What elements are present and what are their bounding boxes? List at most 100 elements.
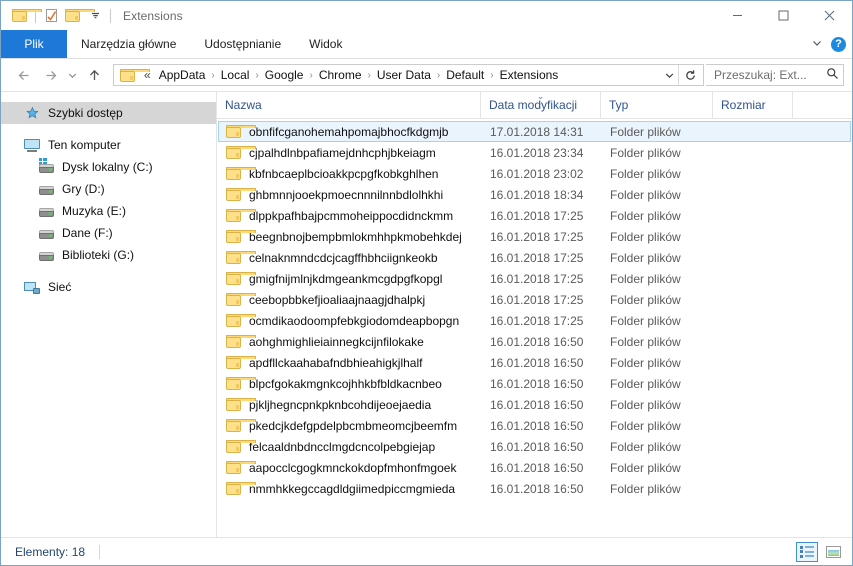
file-name-cell[interactable]: felcaaldnbdncclmgdcncolpebgiejap <box>219 440 482 454</box>
breadcrumb[interactable]: « AppData › Local › Google › Chrome › Us… <box>113 64 704 86</box>
sidebar-item-label: Muzyka (E:) <box>62 204 127 218</box>
file-name-cell[interactable]: pjkljhegncpnkpknbcohdijeoejaedia <box>219 398 482 412</box>
sidebar-item-szybki-dostep[interactable]: Szybki dostęp <box>1 102 216 124</box>
file-name-cell[interactable]: blpcfgokakmgnkcojhhkbfbldkacnbeo <box>219 377 482 391</box>
file-list-pane: Nazwa ⌄ Data modyfikacji Typ Rozmiar obn… <box>217 92 852 537</box>
file-name-cell[interactable]: aapocclcgogkmnckokdopfmhonfmgoek <box>219 461 482 475</box>
sidebar-item-label: Gry (D:) <box>62 182 105 196</box>
sidebar-item-gry-d[interactable]: Gry (D:) <box>1 178 216 200</box>
file-name-cell[interactable]: ghbmnnjooekpmoecnnnilnnbdlolhkhi <box>219 188 482 202</box>
table-row[interactable]: aohghmighlieiainnegkcijnfilokake 16.01.20… <box>218 331 851 352</box>
file-name-cell[interactable]: ocmdikaodoompfebkgiodomdeapbopgn <box>219 314 482 328</box>
table-row[interactable]: ghbmnnjooekpmoecnnnilnnbdlolhkhi 16.01.20… <box>218 184 851 205</box>
search-input[interactable]: Przeszukaj: Ext... <box>706 64 844 86</box>
sidebar-item-siec[interactable]: Sieć <box>1 276 216 298</box>
help-icon[interactable]: ? <box>831 36 846 52</box>
table-row[interactable]: obnfifcganohemahpomajbhocfkdgmjb 17.01.20… <box>218 121 851 142</box>
breadcrumb-folder-icon[interactable] <box>118 68 150 82</box>
column-header-typ[interactable]: Typ <box>600 92 712 118</box>
search-icon[interactable] <box>826 67 839 83</box>
sort-descending-icon: ⌄ <box>536 91 545 101</box>
address-dropdown-chevron-down-icon[interactable] <box>660 65 678 85</box>
close-icon[interactable] <box>806 1 852 30</box>
up-arrow-icon[interactable] <box>81 62 107 88</box>
file-name-cell[interactable]: gmigfnijmlnjkdmgeankmcgdpgfkopgl <box>219 272 482 286</box>
properties-icon[interactable] <box>40 5 62 27</box>
view-mode-buttons <box>796 541 844 562</box>
new-folder-icon[interactable] <box>62 5 95 27</box>
table-row[interactable]: dlppkpafhbajpcmmoheippocdidnckmm 16.01.20… <box>218 205 851 226</box>
breadcrumb-item-appdata[interactable]: AppData <box>154 68 211 82</box>
details-view-icon[interactable] <box>796 541 818 562</box>
sidebar-item-ten-komputer[interactable]: Ten komputer <box>1 134 216 156</box>
back-arrow-icon[interactable] <box>11 62 37 88</box>
table-row[interactable]: pkedcjkdefgpdelpbcmbmeomcjbeemfm 16.01.20… <box>218 415 851 436</box>
table-row[interactable]: felcaaldnbdncclmgdcncolpebgiejap 16.01.20… <box>218 436 851 457</box>
tab-widok[interactable]: Widok <box>295 30 356 58</box>
large-icons-view-icon[interactable] <box>822 542 844 562</box>
table-row[interactable]: nmmhkkegccagdldgiimedpiccmgmieda 16.01.20… <box>218 478 851 499</box>
breadcrumb-item-chrome[interactable]: Chrome <box>314 68 367 82</box>
table-row[interactable]: gmigfnijmlnjkdmgeankmcgdpgfkopgl 16.01.20… <box>218 268 851 289</box>
table-row[interactable]: ocmdikaodoompfebkgiodomdeapbopgn 16.01.20… <box>218 310 851 331</box>
breadcrumb-item-user-data[interactable]: User Data <box>372 68 436 82</box>
forward-arrow-icon[interactable] <box>37 62 63 88</box>
table-row[interactable]: pjkljhegncpnkpknbcohdijeoejaedia 16.01.20… <box>218 394 851 415</box>
table-row[interactable]: celnaknmndcdcjcagffhbhciignkeokb 16.01.20… <box>218 247 851 268</box>
folder-icon <box>226 356 256 369</box>
table-row[interactable]: kbfnbcaeplbcioakkpcpgfkobkghlhen 16.01.20… <box>218 163 851 184</box>
column-header-label: Nazwa <box>225 98 262 112</box>
maximize-icon[interactable] <box>760 1 806 30</box>
column-header-rozmiar[interactable]: Rozmiar <box>712 92 792 118</box>
tab-plik[interactable]: Plik <box>1 30 67 58</box>
table-row[interactable]: beegnbnojbempbmlokmhhpkmobehkdej 16.01.20… <box>218 226 851 247</box>
breadcrumb-item-default[interactable]: Default <box>441 68 489 82</box>
column-header-data-modyfikacji[interactable]: ⌄ Data modyfikacji <box>480 92 600 118</box>
refresh-icon[interactable] <box>678 65 701 85</box>
file-type-cell: Folder plików <box>610 376 681 391</box>
table-row[interactable]: cjpalhdlnbpafiamejdnhcphjbkeiagm 16.01.20… <box>218 142 851 163</box>
sidebar-item-muzyka-e[interactable]: Muzyka (E:) <box>1 200 216 222</box>
file-name-label: beegnbnojbempbmlokmhhpkmobehkdej <box>249 229 462 244</box>
file-name-cell[interactable]: ceebopbbkefjioaliaajnaagjdhalpkj <box>219 293 482 307</box>
tab-narzedzia-glowne[interactable]: Narzędzia główne <box>67 30 190 58</box>
table-row[interactable]: blpcfgokakmgnkcojhhkbfbldkacnbeo 16.01.20… <box>218 373 851 394</box>
tab-udostepnianie[interactable]: Udostępnianie <box>190 30 295 58</box>
file-name-cell[interactable]: pkedcjkdefgpdelpbcmbmeomcjbeemfm <box>219 419 482 433</box>
expand-ribbon-chevron-down-icon[interactable] <box>811 37 823 52</box>
file-name-cell[interactable]: cjpalhdlnbpafiamejdnhcphjbkeiagm <box>219 146 482 160</box>
breadcrumb-item-local[interactable]: Local <box>216 68 255 82</box>
quick-access-toolbar <box>9 5 115 27</box>
sidebar-item-label: Dysk lokalny (C:) <box>62 160 153 174</box>
folder-icon <box>226 335 256 348</box>
sidebar-item-dysk-lokalny-c[interactable]: Dysk lokalny (C:) <box>1 156 216 178</box>
customize-quick-access-chevron-down-icon[interactable] <box>84 5 106 27</box>
file-name-cell[interactable]: obnfifcganohemahpomajbhocfkdgmjb <box>219 125 482 139</box>
file-name-cell[interactable]: nmmhkkegccagdldgiimedpiccmgmieda <box>219 482 482 496</box>
file-list[interactable]: obnfifcganohemahpomajbhocfkdgmjb 17.01.20… <box>217 119 852 537</box>
column-header-nazwa[interactable]: Nazwa <box>217 92 480 118</box>
file-name-cell[interactable]: apdfllckaahabafndbhieahigkjlhalf <box>219 356 482 370</box>
file-name-cell[interactable]: dlppkpafhbajpcmmoheippocdidnckmm <box>219 209 482 223</box>
table-row[interactable]: ceebopbbkefjioaliaajnaagjdhalpkj 16.01.20… <box>218 289 851 310</box>
sidebar-item-label: Biblioteki (G:) <box>62 248 135 262</box>
table-row[interactable]: aapocclcgogkmnckokdopfmhonfmgoek 16.01.20… <box>218 457 851 478</box>
breadcrumb-item-google[interactable]: Google <box>260 68 309 82</box>
file-name-label: nmmhkkegccagdldgiimedpiccmgmieda <box>249 481 456 496</box>
file-name-cell[interactable]: celnaknmndcdcjcagffhbhciignkeokb <box>219 251 482 265</box>
sidebar-item-dane-f[interactable]: Dane (F:) <box>1 222 216 244</box>
file-name-cell[interactable]: kbfnbcaeplbcioakkpcpgfkobkghlhen <box>219 167 482 181</box>
file-name-cell[interactable]: aohghmighlieiainnegkcijnfilokake <box>219 335 482 349</box>
file-type-cell: Folder plików <box>610 418 681 433</box>
folder-icon <box>226 293 256 306</box>
file-name-cell[interactable]: beegnbnojbempbmlokmhhpkmobehkdej <box>219 230 482 244</box>
sidebar-item-biblioteki-g[interactable]: Biblioteki (G:) <box>1 244 216 266</box>
folder-icon[interactable] <box>9 5 42 27</box>
file-date-cell: 16.01.2018 16:50 <box>490 355 584 370</box>
star-pin-icon <box>23 106 41 121</box>
breadcrumb-item-extensions[interactable]: Extensions <box>495 68 564 82</box>
recent-locations-chevron-down-icon[interactable] <box>63 62 81 88</box>
file-date-cell: 16.01.2018 16:50 <box>490 481 584 496</box>
minimize-icon[interactable] <box>714 1 760 30</box>
table-row[interactable]: apdfllckaahabafndbhieahigkjlhalf 16.01.20… <box>218 352 851 373</box>
